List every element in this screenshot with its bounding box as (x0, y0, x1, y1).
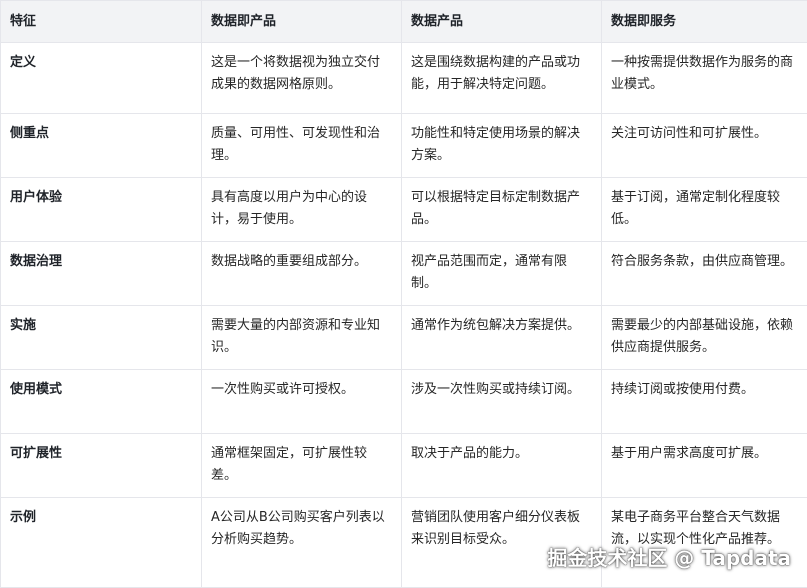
table-cell: 涉及一次性购买或持续订阅。 (402, 370, 602, 434)
table-cell: 持续订阅或按使用付费。 (602, 370, 807, 434)
row-feature-cell: 示例 (1, 498, 202, 588)
table-cell: 需要最少的内部基础设施，依赖供应商提供服务。 (602, 306, 807, 370)
table-row: 数据治理 数据战略的重要组成部分。 视产品范围而定，通常有限制。 符合服务条款，… (1, 242, 807, 306)
row-feature-cell: 数据治理 (1, 242, 202, 306)
table-cell: 功能性和特定使用场景的解决方案。 (402, 114, 602, 178)
table-cell: 通常框架固定，可扩展性较差。 (202, 434, 402, 498)
watermark: 掘金技术社区 @ Tapdata (547, 542, 791, 571)
table-cell: 基于用户需求高度可扩展。 (602, 434, 807, 498)
table-row: 侧重点 质量、可用性、可发现性和治理。 功能性和特定使用场景的解决方案。 关注可… (1, 114, 807, 178)
row-feature-cell: 用户体验 (1, 178, 202, 242)
table-row: 可扩展性 通常框架固定，可扩展性较差。 取决于产品的能力。 基于用户需求高度可扩… (1, 434, 807, 498)
table-row: 定义 这是一个将数据视为独立交付成果的数据网格原则。 这是围绕数据构建的产品或功… (1, 43, 807, 114)
table-cell: 这是围绕数据构建的产品或功能，用于解决特定问题。 (402, 43, 602, 114)
row-feature-cell: 定义 (1, 43, 202, 114)
table-cell: 具有高度以用户为中心的设计，易于使用。 (202, 178, 402, 242)
table-cell: 视产品范围而定，通常有限制。 (402, 242, 602, 306)
table-cell: 一种按需提供数据作为服务的商业模式。 (602, 43, 807, 114)
header-data-as-product: 数据即产品 (202, 1, 402, 43)
table-row: 使用模式 一次性购买或许可授权。 涉及一次性购买或持续订阅。 持续订阅或按使用付… (1, 370, 807, 434)
table-cell: 通常作为统包解决方案提供。 (402, 306, 602, 370)
table-header-row: 特征 数据即产品 数据产品 数据即服务 (1, 1, 807, 43)
table-cell: 取决于产品的能力。 (402, 434, 602, 498)
header-data-as-service: 数据即服务 (602, 1, 807, 43)
row-feature-cell: 使用模式 (1, 370, 202, 434)
table-cell: A公司从B公司购买客户列表以分析购买趋势。 (202, 498, 402, 588)
row-feature-cell: 实施 (1, 306, 202, 370)
table-cell: 基于订阅，通常定制化程度较低。 (602, 178, 807, 242)
table-cell: 符合服务条款，由供应商管理。 (602, 242, 807, 306)
table-cell: 需要大量的内部资源和专业知识。 (202, 306, 402, 370)
table-row: 实施 需要大量的内部资源和专业知识。 通常作为统包解决方案提供。 需要最少的内部… (1, 306, 807, 370)
table-cell: 一次性购买或许可授权。 (202, 370, 402, 434)
table-cell: 关注可访问性和可扩展性。 (602, 114, 807, 178)
row-feature-cell: 可扩展性 (1, 434, 202, 498)
table-cell: 可以根据特定目标定制数据产品。 (402, 178, 602, 242)
table-row: 用户体验 具有高度以用户为中心的设计，易于使用。 可以根据特定目标定制数据产品。… (1, 178, 807, 242)
table-cell: 这是一个将数据视为独立交付成果的数据网格原则。 (202, 43, 402, 114)
comparison-table: 特征 数据即产品 数据产品 数据即服务 定义 这是一个将数据视为独立交付成果的数… (0, 0, 807, 588)
header-feature: 特征 (1, 1, 202, 43)
row-feature-cell: 侧重点 (1, 114, 202, 178)
table-cell: 数据战略的重要组成部分。 (202, 242, 402, 306)
table-cell: 质量、可用性、可发现性和治理。 (202, 114, 402, 178)
header-data-product: 数据产品 (402, 1, 602, 43)
